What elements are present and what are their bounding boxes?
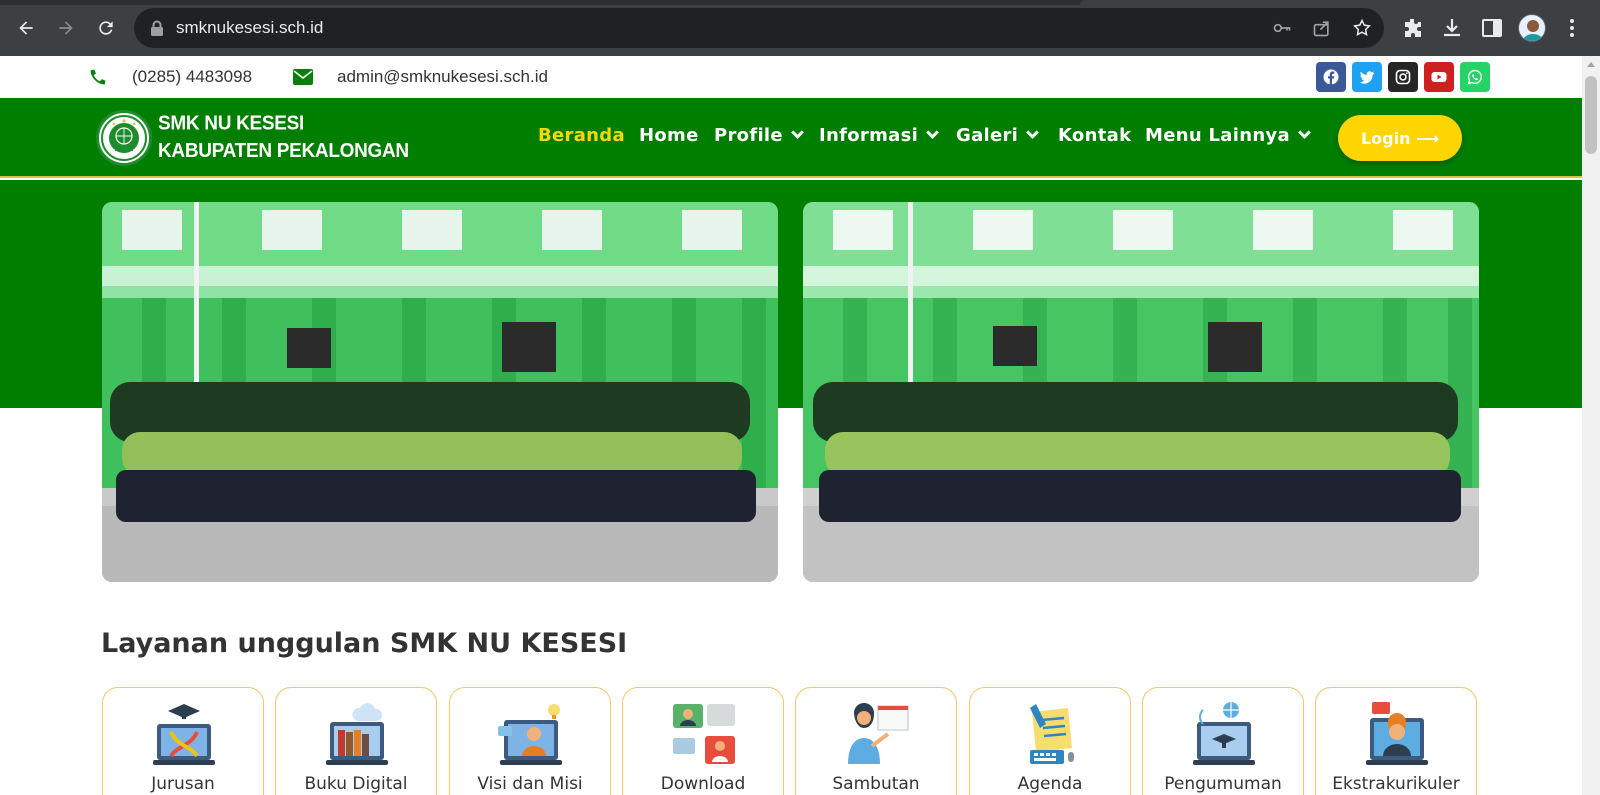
youtube-icon	[1431, 72, 1447, 82]
facebook-icon	[1323, 69, 1339, 85]
nav-kontak[interactable]: Kontak	[1058, 125, 1131, 146]
school-name-line1: SMK NU KESESI	[158, 112, 305, 135]
school-logo[interactable]	[96, 110, 152, 166]
download-icon[interactable]	[1440, 16, 1464, 40]
facebook-button[interactable]	[1316, 62, 1346, 92]
main-navbar: SMK NU KESESI KABUPATEN PEKALONGAN Beran…	[0, 98, 1582, 178]
chevron-down-icon	[1298, 126, 1311, 139]
service-card-ekstrakurikuler[interactable]: Ekstrakurikuler	[1315, 687, 1477, 795]
forward-arrow-icon	[59, 21, 73, 35]
page-scrollbar[interactable]	[1582, 56, 1600, 795]
service-card-agenda[interactable]: Agenda	[969, 687, 1131, 795]
nav-informasi-label: Informasi	[819, 125, 919, 146]
instagram-button[interactable]	[1388, 62, 1418, 92]
nav-informasi[interactable]: Informasi	[819, 125, 939, 146]
login-button[interactable]: Login ⟶	[1338, 115, 1462, 161]
whatsapp-button[interactable]	[1460, 62, 1490, 92]
lock-icon	[151, 20, 163, 36]
announcement-icon	[1193, 702, 1255, 765]
card-label: Visi dan Misi	[477, 774, 583, 794]
scrollbar-thumb[interactable]	[1585, 76, 1597, 154]
key-icon[interactable]	[1272, 18, 1292, 38]
twitter-button[interactable]	[1352, 62, 1382, 92]
service-card-download[interactable]: Download	[622, 687, 784, 795]
back-button[interactable]	[10, 12, 42, 44]
nav-home[interactable]: Home	[639, 125, 699, 146]
nav-menu-lainnya-label: Menu Lainnya	[1145, 125, 1290, 146]
card-label: Sambutan	[832, 774, 920, 794]
agenda-icon	[1030, 704, 1074, 764]
browser-toolbar: smknukesesi.sch.id	[0, 0, 1600, 56]
nav-beranda[interactable]: Beranda	[538, 125, 625, 146]
bookmark-star-icon[interactable]	[1352, 18, 1372, 38]
digital-books-icon	[326, 703, 388, 765]
address-bar[interactable]: smknukesesi.sch.id	[134, 8, 1384, 48]
extensions-icon[interactable]	[1400, 16, 1424, 40]
card-label: Ekstrakurikuler	[1332, 774, 1460, 794]
twitter-icon	[1359, 71, 1374, 84]
school-name-line2: KABUPATEN PEKALONGAN	[158, 140, 409, 163]
nu-emblem-icon	[101, 115, 147, 161]
nav-galeri-label: Galeri	[956, 125, 1019, 146]
service-card-jurusan[interactable]: Jurusan	[102, 687, 264, 795]
profile-avatar[interactable]	[1518, 14, 1546, 42]
extracurricular-icon	[1366, 702, 1428, 765]
service-card-pengumuman[interactable]: Pengumuman	[1142, 687, 1304, 795]
whatsapp-icon	[1467, 69, 1482, 85]
contact-topbar: (0285) 4483098 admin@smknukesesi.sch.id	[0, 56, 1582, 98]
group-photo-image	[803, 202, 1479, 582]
presenter-icon	[848, 702, 909, 764]
more-menu-icon[interactable]	[1560, 16, 1584, 40]
section-title: Layanan unggulan SMK NU KESESI	[101, 628, 628, 659]
reload-button[interactable]	[90, 12, 122, 44]
share-icon[interactable]	[1312, 18, 1332, 38]
url-text: smknukesesi.sch.id	[176, 18, 324, 37]
nav-galeri[interactable]: Galeri	[956, 125, 1040, 146]
hero-photo-2[interactable]	[803, 202, 1479, 582]
youtube-button[interactable]	[1424, 62, 1454, 92]
page-viewport: (0285) 4483098 admin@smknukesesi.sch.id	[0, 56, 1582, 795]
nav-profile-label: Profile	[714, 125, 783, 146]
envelope-icon	[293, 69, 313, 85]
group-photo-image	[102, 202, 778, 582]
chevron-down-icon	[1026, 126, 1040, 139]
vision-mission-icon	[498, 704, 562, 765]
download-chat-icon	[673, 704, 735, 764]
service-card-visi-misi[interactable]: Visi dan Misi	[449, 687, 611, 795]
nav-profile[interactable]: Profile	[714, 125, 804, 146]
back-arrow-icon	[19, 21, 33, 35]
card-label: Agenda	[1017, 774, 1083, 794]
phone-number[interactable]: (0285) 4483098	[132, 67, 252, 87]
hero-photo-1[interactable]	[102, 202, 778, 582]
tab-strip	[0, 0, 1600, 5]
forward-button[interactable]	[50, 12, 82, 44]
instagram-icon	[1395, 69, 1411, 85]
nav-menu-lainnya[interactable]: Menu Lainnya	[1145, 125, 1311, 146]
card-label: Buku Digital	[304, 774, 408, 794]
phone-icon	[90, 69, 106, 85]
side-panel-icon[interactable]	[1480, 16, 1504, 40]
reload-icon	[99, 21, 113, 35]
person-icon	[1522, 20, 1544, 41]
chevron-down-icon	[926, 126, 939, 139]
card-label: Pengumuman	[1164, 774, 1282, 794]
card-label: Download	[660, 774, 746, 794]
email-address[interactable]: admin@smknukesesi.sch.id	[337, 67, 548, 87]
chevron-down-icon	[791, 126, 804, 139]
graduation-laptop-icon	[153, 704, 215, 765]
card-label: Jurusan	[151, 774, 215, 794]
school-name[interactable]: SMK NU KESESI KABUPATEN PEKALONGAN	[158, 111, 409, 166]
service-card-buku-digital[interactable]: Buku Digital	[275, 687, 437, 795]
service-card-sambutan[interactable]: Sambutan	[795, 687, 957, 795]
scroll-up-arrow-icon[interactable]	[1587, 62, 1595, 67]
